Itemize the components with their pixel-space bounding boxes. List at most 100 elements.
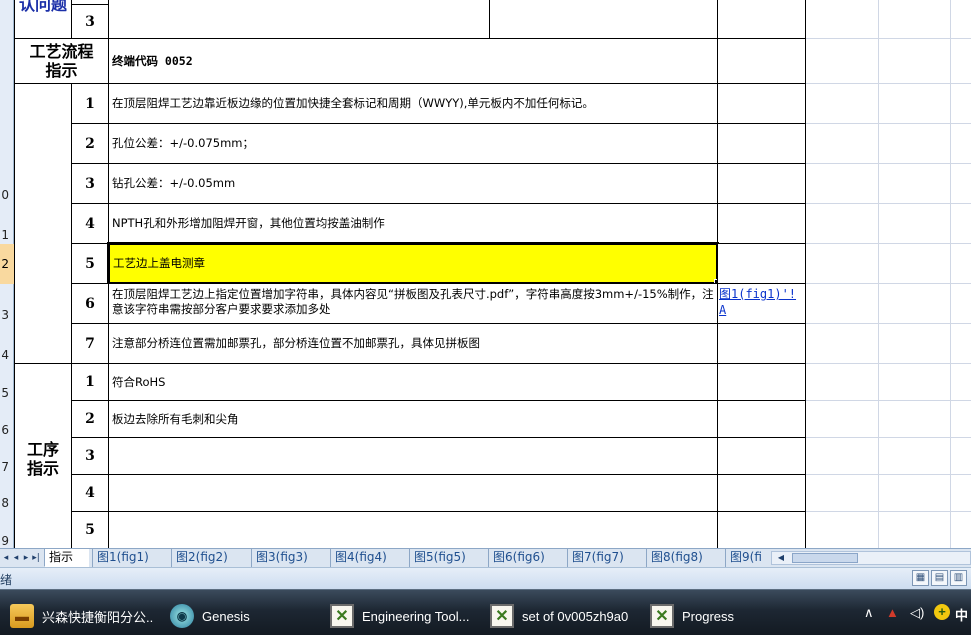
row-header-selected[interactable]: 2	[0, 244, 14, 284]
section-label-partial[interactable]: 认问题	[14, 0, 72, 39]
table-cell[interactable]: 图1(fig1)'!A	[717, 283, 806, 324]
show-hidden-icons-icon[interactable]: ∧	[864, 605, 874, 621]
row-number[interactable]: 5	[71, 243, 109, 284]
row-number[interactable]: 1	[71, 363, 109, 401]
table-cell[interactable]	[108, 0, 490, 39]
row-header[interactable]: 7	[0, 452, 14, 482]
table-cell[interactable]	[717, 474, 806, 512]
section-label-process[interactable]: 工艺流程 指示	[14, 38, 109, 84]
normal-view-icon[interactable]: ▦	[912, 570, 929, 586]
row-header[interactable]: 9	[0, 526, 14, 548]
taskbar-button-genesis[interactable]: ◉ Genesis	[162, 596, 314, 635]
first-sheet-icon[interactable]: ◂	[1, 552, 11, 564]
table-cell[interactable]	[717, 437, 806, 475]
row-number[interactable]: 2	[71, 123, 109, 164]
sheet-tab[interactable]: 图2(fig2)	[171, 549, 250, 567]
table-cell[interactable]	[717, 0, 806, 39]
taskbar-button-set-of[interactable]: ✕ set of 0v005zh9a0	[482, 596, 634, 635]
section-merged-cell[interactable]	[14, 83, 72, 364]
row-number[interactable]: 2	[71, 400, 109, 438]
row-number[interactable]: 3	[71, 4, 109, 39]
table-cell[interactable]	[717, 38, 806, 84]
instruction-cell[interactable]: 符合RoHS	[108, 363, 718, 401]
grid-line	[806, 123, 971, 124]
instruction-cell[interactable]: 孔位公差：+/-0.075mm；	[108, 123, 718, 164]
sheet-tab[interactable]: 图6(fig6)	[488, 549, 567, 567]
horizontal-scrollbar[interactable]: ◀	[771, 551, 971, 565]
scroll-thumb[interactable]	[792, 553, 858, 563]
instruction-cell[interactable]: 钻孔公差：+/-0.05mm	[108, 163, 718, 204]
spreadsheet-grid[interactable]: 0 1 2 3 4 5 6 7 8 9 认问题 3 工艺流程 指示 终端代码 0…	[0, 0, 971, 548]
sheet-tab[interactable]: 图7(fig7)	[567, 549, 646, 567]
row-number[interactable]: 3	[71, 163, 109, 204]
row-number[interactable]: 4	[71, 474, 109, 512]
row-header[interactable]: 5	[0, 378, 14, 408]
status-text: 绪	[0, 573, 13, 587]
row-number[interactable]: 4	[71, 203, 109, 244]
row-header[interactable]: 0	[0, 180, 14, 210]
taskbar-button-label: set of 0v005zh9a0	[522, 608, 629, 624]
instruction-cell[interactable]: 板边去除所有毛刺和尖角	[108, 400, 718, 438]
sheet-tab-bar: ◂ ◂ ▸ ▸| 指示 图1(fig1) 图2(fig2) 图3(fig3) 图…	[0, 548, 971, 567]
table-cell[interactable]	[717, 323, 806, 364]
taskbar-button-progress[interactable]: ✕ Progress	[642, 596, 794, 635]
sheet-tab[interactable]: 图9(fi	[725, 549, 771, 567]
row-number[interactable]: 3	[71, 437, 109, 475]
row-number[interactable]: 1	[71, 83, 109, 124]
table-cell[interactable]	[489, 0, 718, 39]
scroll-left-icon[interactable]: ◀	[774, 552, 788, 564]
prev-sheet-icon[interactable]: ◂	[11, 552, 21, 564]
sheet-tab[interactable]: 图8(fig8)	[646, 549, 725, 567]
page-layout-view-icon[interactable]: ▤	[931, 570, 948, 586]
row-header[interactable]: 6	[0, 415, 14, 445]
instruction-cell[interactable]	[108, 511, 718, 548]
row-header[interactable]: 4	[0, 340, 14, 370]
grid-line	[806, 283, 971, 284]
volume-icon[interactable]: ◁)	[910, 605, 924, 621]
instruction-cell[interactable]	[108, 437, 718, 475]
sheet-tab[interactable]: 图4(fig4)	[330, 549, 409, 567]
input-language-indicator[interactable]: 中	[955, 605, 968, 624]
windows-taskbar: ▬ 兴森快捷衡阳分公... ◉ Genesis ✕ Engineering To…	[0, 589, 971, 635]
network-icon[interactable]: ▲	[886, 605, 899, 620]
instruction-cell[interactable]: 在顶层阻焊工艺边靠近板边缘的位置加快捷全套标记和周期（WWYY),单元板内不加任…	[108, 83, 718, 124]
section-label-operation[interactable]: 工序 指示	[14, 363, 72, 548]
table-cell[interactable]	[717, 83, 806, 124]
table-cell[interactable]	[717, 511, 806, 548]
taskbar-button-folder[interactable]: ▬ 兴森快捷衡阳分公...	[2, 596, 154, 635]
taskbar-button-engineering-tool[interactable]: ✕ Engineering Tool...	[322, 596, 474, 635]
terminal-code-cell[interactable]: 终端代码 0052	[108, 38, 718, 84]
row-number[interactable]: 6	[71, 283, 109, 324]
selected-instruction-cell[interactable]: 工艺边上盖电测章	[107, 242, 719, 285]
sheet-tab[interactable]: 指示	[44, 549, 89, 567]
add-icon[interactable]: +	[934, 604, 950, 620]
table-cell[interactable]	[717, 243, 806, 284]
page-break-view-icon[interactable]: ▥	[950, 570, 967, 586]
sheet-tab[interactable]: 图1(fig1)	[92, 549, 170, 567]
instruction-cell[interactable]: NPTH孔和外形增加阻焊开窗，其他位置均按盖油制作	[108, 203, 718, 244]
row-header[interactable]: 3	[0, 300, 14, 330]
row-header[interactable]: 8	[0, 488, 14, 518]
taskbar-button-label: 兴森快捷衡阳分公...	[42, 609, 154, 625]
table-cell[interactable]	[717, 203, 806, 244]
instruction-cell[interactable]	[108, 474, 718, 512]
table-cell[interactable]	[717, 400, 806, 438]
x-window-icon: ✕	[650, 604, 674, 628]
table-cell[interactable]	[717, 123, 806, 164]
row-number[interactable]: 7	[71, 323, 109, 364]
grid-line	[806, 474, 971, 475]
row-number[interactable]: 5	[71, 511, 109, 548]
instruction-cell[interactable]: 在顶层阻焊工艺边上指定位置增加字符串，具体内容见“拼板图及孔表尺寸.pdf”，字…	[108, 283, 718, 324]
grid-line	[806, 323, 971, 324]
x-window-icon: ✕	[330, 604, 354, 628]
figure-hyperlink[interactable]: 图1(fig1)'!A	[718, 284, 804, 320]
table-cell[interactable]	[717, 363, 806, 401]
folder-icon: ▬	[10, 604, 34, 628]
instruction-cell[interactable]: 注意部分桥连位置需加邮票孔，部分桥连位置不加邮票孔，具体见拼板图	[108, 323, 718, 364]
next-sheet-icon[interactable]: ▸	[21, 552, 31, 564]
last-sheet-icon[interactable]: ▸|	[31, 552, 41, 564]
sheet-tab[interactable]: 图3(fig3)	[251, 549, 330, 567]
table-cell[interactable]	[717, 163, 806, 204]
sheet-tab[interactable]: 图5(fig5)	[409, 549, 488, 567]
grid-line	[806, 163, 971, 164]
